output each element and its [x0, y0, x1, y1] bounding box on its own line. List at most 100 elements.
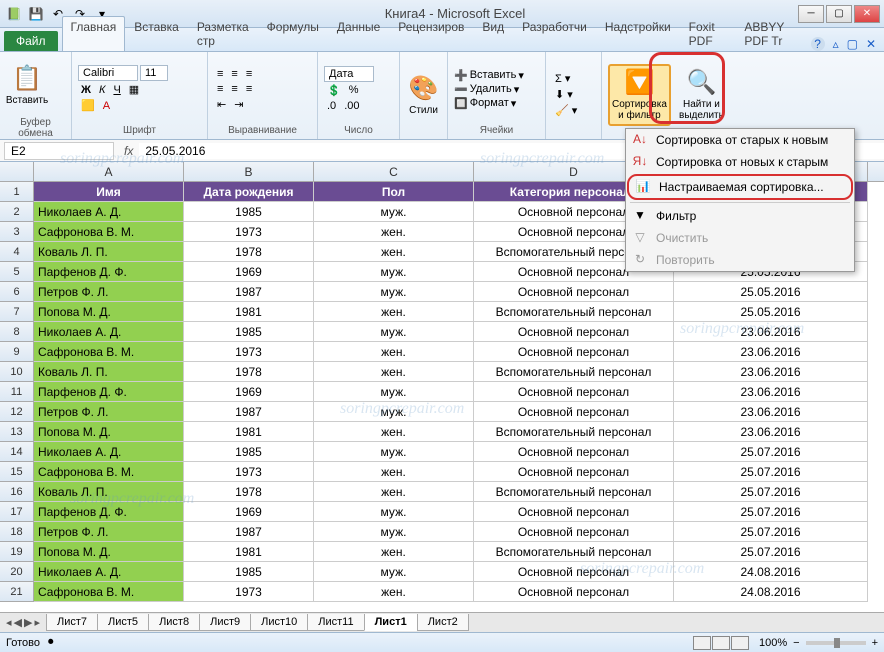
cell[interactable]: Николаев А. Д. [34, 442, 184, 462]
maximize-button[interactable]: ▢ [826, 5, 852, 23]
cell[interactable]: 1985 [184, 202, 314, 222]
cell[interactable]: Основной персонал [474, 442, 674, 462]
row-header[interactable]: 2 [0, 202, 34, 222]
fx-icon[interactable]: fx [118, 144, 139, 158]
cell[interactable]: 1969 [184, 262, 314, 282]
cell[interactable]: Вспомогательный персонал [474, 302, 674, 322]
cell[interactable]: 25.07.2016 [674, 542, 868, 562]
select-all-corner[interactable] [0, 162, 34, 181]
cell[interactable]: 23.06.2016 [674, 402, 868, 422]
delete-cells-button[interactable]: ➖ Удалить ▾ [454, 83, 524, 96]
align-left-button[interactable]: ≡ [214, 82, 226, 96]
filter-item[interactable]: ▼ Фильтр [626, 205, 854, 227]
cell[interactable]: 23.06.2016 [674, 322, 868, 342]
cell[interactable]: 1981 [184, 542, 314, 562]
cell[interactable]: Вспомогательный персонал [474, 482, 674, 502]
ribbon-tab-1[interactable]: Вставка [125, 16, 188, 51]
ribbon-tab-0[interactable]: Главная [62, 16, 126, 51]
sheet-tab[interactable]: Лист1 [364, 614, 418, 631]
cell[interactable]: муж. [314, 382, 474, 402]
ribbon-tab-9[interactable]: Foxit PDF [680, 16, 736, 51]
cell[interactable]: жен. [314, 342, 474, 362]
row-header[interactable]: 16 [0, 482, 34, 502]
cell[interactable]: Попова М. Д. [34, 422, 184, 442]
cell[interactable]: жен. [314, 582, 474, 602]
macro-record-icon[interactable]: ⏺ [48, 636, 54, 649]
cell[interactable]: Сафронова В. М. [34, 342, 184, 362]
cell[interactable]: 25.07.2016 [674, 442, 868, 462]
header-cell[interactable]: Имя [34, 182, 184, 202]
sheet-tab[interactable]: Лист7 [46, 614, 98, 631]
cell[interactable]: 25.07.2016 [674, 462, 868, 482]
zoom-level[interactable]: 100% [759, 637, 787, 649]
increase-indent-button[interactable]: ⇥ [231, 97, 246, 112]
cell[interactable]: Николаев А. Д. [34, 202, 184, 222]
cell[interactable]: 1981 [184, 422, 314, 442]
file-tab[interactable]: Файл [4, 31, 58, 51]
sheet-tab[interactable]: Лист9 [199, 614, 251, 631]
cell[interactable]: 1987 [184, 402, 314, 422]
row-header[interactable]: 7 [0, 302, 34, 322]
ribbon-tab-6[interactable]: Вид [473, 16, 513, 51]
currency-button[interactable]: 💲 [324, 83, 344, 98]
fill-button[interactable]: ⬇ ▾ [552, 87, 576, 102]
header-cell[interactable]: Пол [314, 182, 474, 202]
column-header-A[interactable]: A [34, 162, 184, 181]
cell[interactable]: Николаев А. Д. [34, 562, 184, 582]
column-header-B[interactable]: B [184, 162, 314, 181]
zoom-out-button[interactable]: − [793, 637, 799, 649]
cell[interactable]: муж. [314, 442, 474, 462]
cell[interactable]: 1973 [184, 222, 314, 242]
cell[interactable]: Сафронова В. М. [34, 222, 184, 242]
align-right-button[interactable]: ≡ [243, 82, 255, 96]
font-size-select[interactable]: 11 [140, 65, 168, 81]
cell[interactable]: 24.08.2016 [674, 582, 868, 602]
row-header[interactable]: 5 [0, 262, 34, 282]
row-header[interactable]: 14 [0, 442, 34, 462]
row-header[interactable]: 18 [0, 522, 34, 542]
increase-decimal-button[interactable]: .0 [324, 99, 339, 113]
sheet-tab[interactable]: Лист5 [97, 614, 149, 631]
cell[interactable]: 25.05.2016 [674, 282, 868, 302]
fill-color-button[interactable]: 🟨 [78, 98, 98, 113]
cell[interactable]: Петров Ф. Л. [34, 282, 184, 302]
cell[interactable]: жен. [314, 482, 474, 502]
name-box[interactable]: E2 [4, 142, 114, 160]
cell[interactable]: 23.06.2016 [674, 422, 868, 442]
row-header[interactable]: 20 [0, 562, 34, 582]
cell[interactable]: 1973 [184, 342, 314, 362]
sheet-nav-button[interactable]: ◂ [6, 616, 12, 629]
cell[interactable]: Основной персонал [474, 402, 674, 422]
cell[interactable]: муж. [314, 282, 474, 302]
cell[interactable]: муж. [314, 202, 474, 222]
decrease-indent-button[interactable]: ⇤ [214, 97, 229, 112]
sheet-tab[interactable]: Лист8 [148, 614, 200, 631]
row-header[interactable]: 8 [0, 322, 34, 342]
cell[interactable]: жен. [314, 222, 474, 242]
cell[interactable]: жен. [314, 302, 474, 322]
cell[interactable]: Основной персонал [474, 282, 674, 302]
row-header[interactable]: 4 [0, 242, 34, 262]
cell[interactable]: жен. [314, 462, 474, 482]
sheet-nav-button[interactable]: ▸ [34, 616, 40, 629]
cell[interactable]: Коваль Л. П. [34, 242, 184, 262]
bold-button[interactable]: Ж [78, 83, 94, 97]
cell[interactable]: муж. [314, 502, 474, 522]
cell[interactable]: 1973 [184, 582, 314, 602]
row-header[interactable]: 9 [0, 342, 34, 362]
row-header[interactable]: 17 [0, 502, 34, 522]
row-header-1[interactable]: 1 [0, 182, 34, 202]
cell[interactable]: 25.07.2016 [674, 482, 868, 502]
cell[interactable]: 1987 [184, 282, 314, 302]
cell[interactable]: 1985 [184, 562, 314, 582]
cell[interactable]: Коваль Л. П. [34, 482, 184, 502]
styles-button[interactable]: 🎨 Стили [406, 64, 441, 126]
autosum-button[interactable]: Σ ▾ [552, 71, 573, 86]
header-cell[interactable]: Дата рождения [184, 182, 314, 202]
percent-button[interactable]: % [346, 83, 362, 97]
font-name-select[interactable]: Calibri [78, 65, 138, 81]
sheet-tab[interactable]: Лист11 [307, 614, 364, 631]
save-icon[interactable]: 💾 [26, 4, 46, 24]
clear-button[interactable]: 🧹 ▾ [552, 103, 580, 118]
cell[interactable]: Сафронова В. М. [34, 462, 184, 482]
